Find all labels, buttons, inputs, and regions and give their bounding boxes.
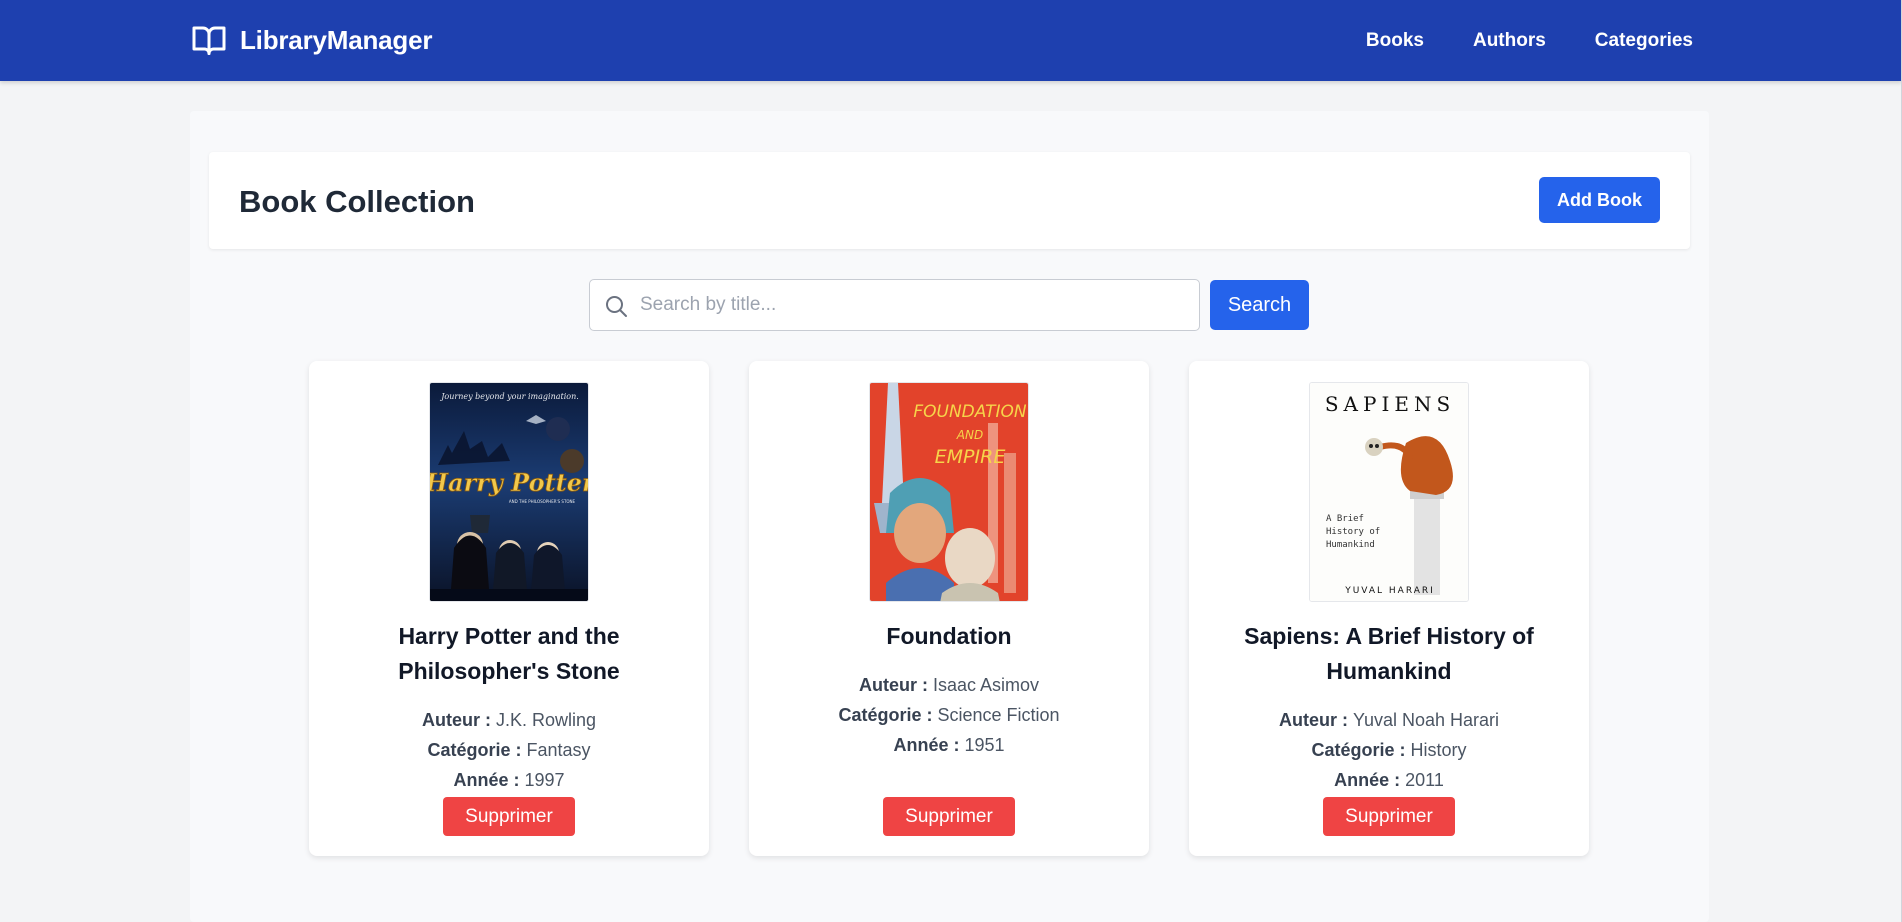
cover-subtitle-line1: A Brief bbox=[1326, 514, 1364, 524]
book-title: Foundation bbox=[886, 623, 1012, 649]
brand-link[interactable]: LibraryManager bbox=[190, 22, 432, 58]
cover-tagline: Journey beyond your imagination. bbox=[439, 392, 579, 401]
book-card: Journey beyond your imagination. Harry P… bbox=[309, 361, 709, 856]
search-bar: Search bbox=[589, 279, 1309, 331]
year-value: 1951 bbox=[964, 735, 1005, 755]
book-author: Auteur : Isaac Asimov bbox=[858, 675, 1040, 695]
nav-link-authors[interactable]: Authors bbox=[1473, 30, 1546, 52]
delete-book-button[interactable]: Supprimer bbox=[443, 797, 575, 836]
delete-book-button[interactable]: Supprimer bbox=[883, 797, 1015, 836]
cover-title-line2: AND bbox=[956, 428, 983, 442]
author-label: Auteur bbox=[858, 675, 917, 695]
harry-potter-cover-art: Journey beyond your imagination. Harry P… bbox=[430, 383, 589, 601]
search-icon bbox=[606, 296, 627, 317]
search-button[interactable]: Search bbox=[1210, 280, 1309, 330]
category-value: Fantasy bbox=[526, 740, 591, 760]
category-value: Science Fiction bbox=[937, 705, 1060, 725]
page-header: Book Collection Add Book bbox=[209, 152, 1690, 249]
book-author: Auteur : Yuval Noah Harari bbox=[1278, 710, 1500, 730]
cover-author: YUVAL HARARI bbox=[1344, 586, 1435, 596]
year-label: Année bbox=[893, 735, 949, 755]
author-value: Isaac Asimov bbox=[932, 675, 1040, 695]
author-value: J.K. Rowling bbox=[495, 710, 597, 730]
category-label: Catégorie bbox=[1311, 740, 1395, 760]
navbar: LibraryManager Books Authors Categories bbox=[0, 0, 1902, 81]
book-category: Catégorie : Fantasy bbox=[427, 740, 591, 760]
book-year: Année : 1951 bbox=[893, 735, 1005, 755]
cover-title: SAPIENS bbox=[1325, 392, 1455, 416]
book-year: Année : 2011 bbox=[1334, 770, 1444, 790]
cover-subtitle: AND THE PHILOSOPHER'S STONE bbox=[509, 499, 576, 504]
main-content: Book Collection Add Book Search by title… bbox=[190, 111, 1709, 922]
category-label: Catégorie bbox=[427, 740, 511, 760]
book-year: Année : 1997 bbox=[453, 770, 565, 790]
author-value: Yuval Noah Harari bbox=[1352, 710, 1500, 730]
cover-title-line3: EMPIRE bbox=[935, 446, 1006, 468]
book-title: Sapiens: A Brief History of Humankind bbox=[1244, 623, 1534, 684]
year-label: Année bbox=[453, 770, 509, 790]
category-label: Catégorie bbox=[838, 705, 922, 725]
year-value: 1997 bbox=[524, 770, 565, 790]
nav-link-categories[interactable]: Categories bbox=[1595, 30, 1693, 52]
book-grid: Journey beyond your imagination. Harry P… bbox=[309, 361, 1589, 856]
book-category: Catégorie : Science Fiction bbox=[838, 705, 1060, 725]
cover-title-line1: FOUNDATION bbox=[913, 402, 1027, 422]
cover-subtitle-line2: History of bbox=[1326, 527, 1380, 537]
book-open-icon bbox=[192, 26, 226, 55]
book-card: FOUNDATION AND EMPIRE Foundation Auteur … bbox=[749, 361, 1149, 856]
book-title: Harry Potter and the Philosopher's Stone bbox=[398, 623, 620, 684]
add-book-button[interactable]: Add Book bbox=[1539, 177, 1660, 223]
cover-subtitle-line3: Humankind bbox=[1326, 540, 1375, 550]
nav-link-books[interactable]: Books bbox=[1366, 30, 1424, 52]
search-input[interactable] bbox=[640, 280, 1190, 330]
book-cover-foundation: FOUNDATION AND EMPIRE bbox=[869, 382, 1029, 602]
book-cover-sapiens: SAPIENS A Brief History of Humankind YUV… bbox=[1309, 382, 1469, 602]
book-card: SAPIENS A Brief History of Humankind YUV… bbox=[1189, 361, 1589, 856]
book-cover-harry-potter: Journey beyond your imagination. Harry P… bbox=[429, 382, 589, 602]
year-value: 2011 bbox=[1405, 770, 1444, 790]
delete-book-button[interactable]: Supprimer bbox=[1323, 797, 1455, 836]
book-category: Catégorie : History bbox=[1311, 740, 1467, 760]
search-field bbox=[589, 279, 1200, 331]
author-label: Auteur bbox=[1278, 710, 1337, 730]
author-label: Auteur bbox=[421, 710, 480, 730]
foundation-cover-art: FOUNDATION AND EMPIRE bbox=[870, 383, 1028, 601]
book-author: Auteur : J.K. Rowling bbox=[421, 710, 597, 730]
page-title: Book Collection bbox=[239, 184, 475, 219]
sapiens-cover-art: SAPIENS A Brief History of Humankind YUV… bbox=[1310, 383, 1468, 601]
brand-name: LibraryManager bbox=[240, 24, 433, 55]
category-value: History bbox=[1410, 740, 1467, 760]
cover-title: Harry Potter bbox=[430, 468, 589, 497]
year-label: Année bbox=[1334, 770, 1390, 790]
nav-links: Books Authors Categories bbox=[1366, 0, 1693, 81]
